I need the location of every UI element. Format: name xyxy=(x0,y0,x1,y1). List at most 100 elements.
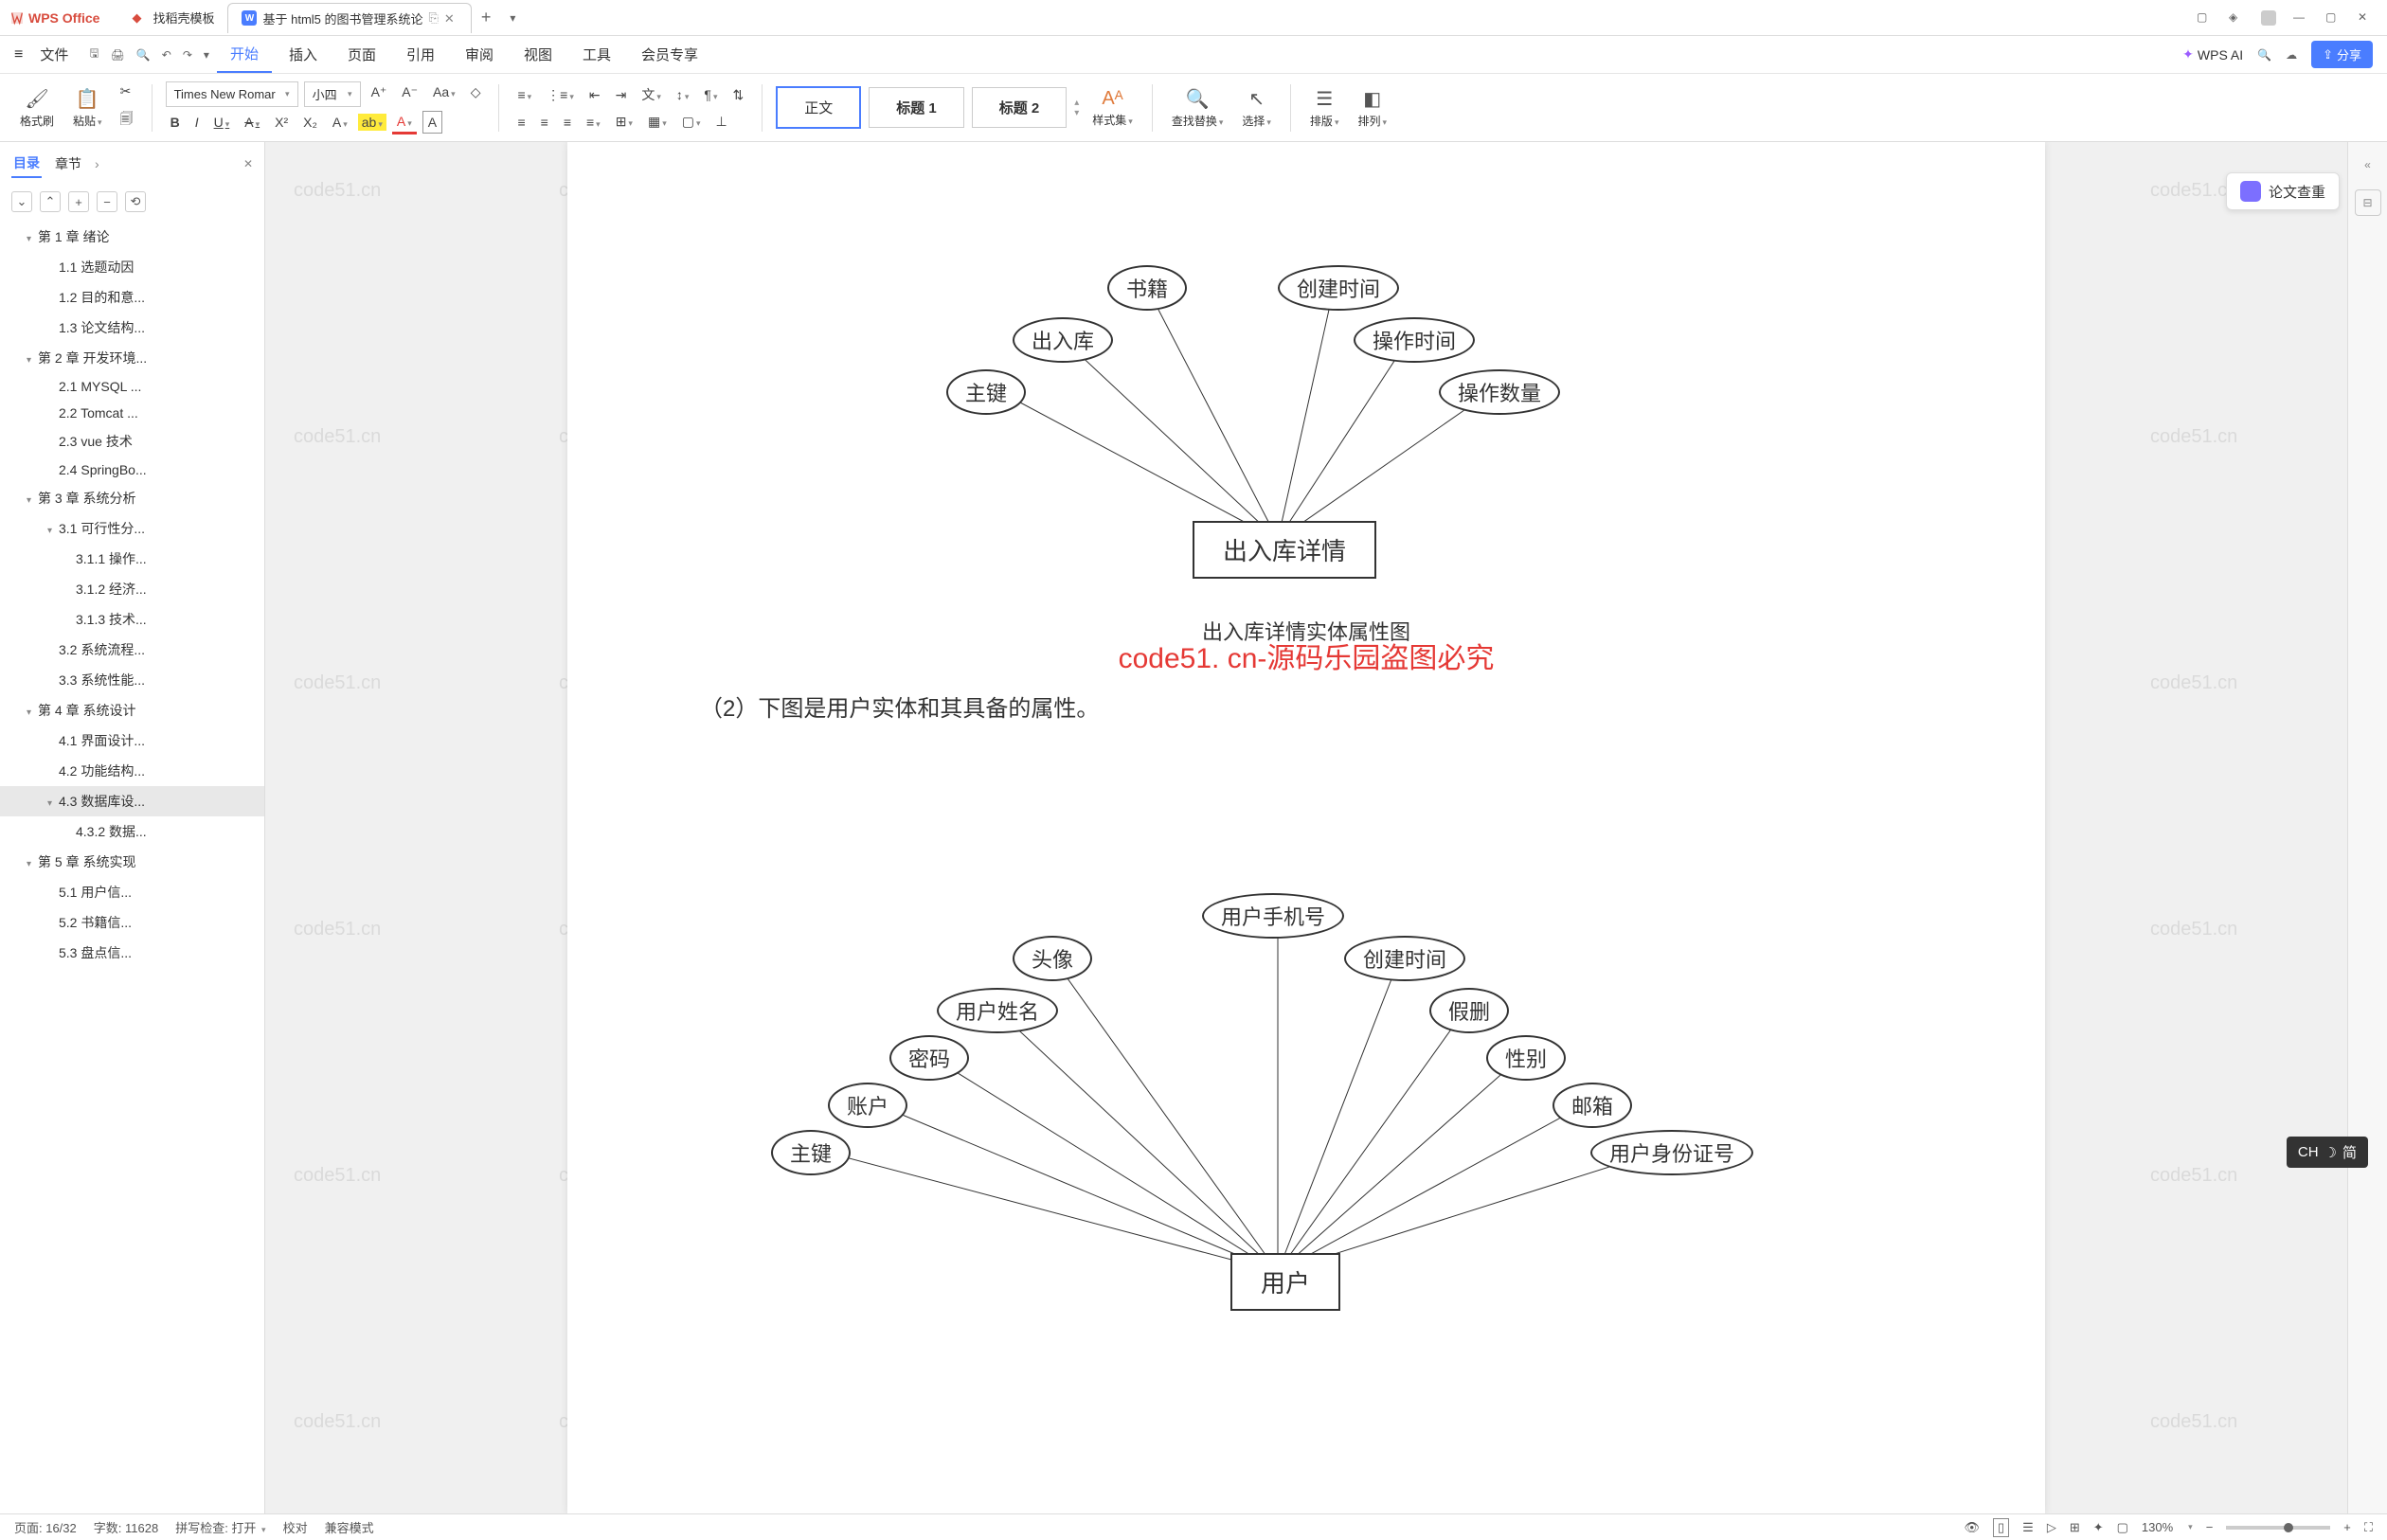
style-heading1[interactable]: 标题 1 xyxy=(869,87,964,128)
print-icon[interactable]: 🖨 xyxy=(107,45,129,65)
phonetic-button[interactable]: A xyxy=(422,111,442,134)
outline-item[interactable]: 5.3 盘点信... xyxy=(0,938,264,968)
outline-item[interactable]: 4.3.2 数据... xyxy=(0,816,264,847)
close-window-icon[interactable]: ✕ xyxy=(2358,10,2373,26)
outline-item[interactable]: ▾3.1 可行性分... xyxy=(0,513,264,544)
outline-next-icon[interactable]: › xyxy=(95,156,99,171)
collapse-all-button[interactable]: ⌄ xyxy=(11,191,32,212)
decrease-font-icon[interactable]: A⁻ xyxy=(397,81,422,107)
format-brush-button[interactable]: 🖌 格式刷 xyxy=(14,87,60,129)
outline-item[interactable]: 5.1 用户信... xyxy=(0,877,264,907)
outline-tab-directory[interactable]: 目录 xyxy=(11,150,42,178)
outline-item[interactable]: ▾第 5 章 系统实现 xyxy=(0,847,264,877)
spell-check-status[interactable]: 拼写检查: 打开 ▾ xyxy=(175,1518,265,1536)
zoom-slider[interactable] xyxy=(2226,1526,2330,1530)
arrange-button[interactable]: ◧ 排列▾ xyxy=(1352,87,1392,129)
bullets-button[interactable]: ≡▾ xyxy=(512,84,536,105)
typeset-button[interactable]: ☰ 排版▾ xyxy=(1304,87,1345,129)
outline-item[interactable]: ▾4.3 数据库设... xyxy=(0,786,264,816)
view-page-icon[interactable]: ▯ xyxy=(1993,1518,2009,1537)
outline-item[interactable]: 1.2 目的和意... xyxy=(0,282,264,313)
save-icon[interactable]: 🖫 xyxy=(85,41,102,68)
eye-icon[interactable]: 👁 xyxy=(1964,1520,1980,1535)
paper-check-button[interactable]: 论文查重 xyxy=(2226,172,2340,210)
align-left-button[interactable]: ≡ xyxy=(512,112,529,133)
rail-collapse-icon[interactable]: ⊟ xyxy=(2355,189,2381,216)
hamburger-icon[interactable]: ≡ xyxy=(14,46,23,63)
view-outline-icon[interactable]: ☰ xyxy=(2022,1520,2034,1535)
minimize-icon[interactable]: — xyxy=(2293,10,2308,26)
line-spacing-button[interactable]: ↕▾ xyxy=(672,84,694,105)
outline-item[interactable]: 4.1 界面设计... xyxy=(0,725,264,756)
menu-review[interactable]: 审阅 xyxy=(452,37,507,72)
zoom-thumb[interactable] xyxy=(2284,1523,2293,1532)
outline-item[interactable]: 1.3 论文结构... xyxy=(0,313,264,343)
word-count[interactable]: 字数: 11628 xyxy=(94,1518,158,1536)
align-center-button[interactable]: ≡ xyxy=(536,112,553,133)
preview-icon[interactable]: 🔍 xyxy=(133,45,154,65)
font-size-select[interactable]: 小四▾ xyxy=(304,81,361,107)
avatar-icon[interactable] xyxy=(2261,10,2276,26)
tab-sync-icon[interactable]: ⎘ xyxy=(429,10,439,26)
view-web-icon[interactable]: ▷ xyxy=(2047,1520,2056,1535)
menu-insert[interactable]: 插入 xyxy=(276,37,331,72)
fit-width-icon[interactable]: ▢ xyxy=(2117,1520,2128,1535)
menu-page[interactable]: 页面 xyxy=(334,37,389,72)
paragraph-mark-button[interactable]: ¶▾ xyxy=(699,84,722,105)
superscript-button[interactable]: X² xyxy=(270,112,293,133)
text-effects-button[interactable]: A▾ xyxy=(328,112,352,133)
redo-icon[interactable]: ↷ xyxy=(179,45,196,65)
menu-tools[interactable]: 工具 xyxy=(569,37,624,72)
focus-mode-icon[interactable]: ✦ xyxy=(2093,1520,2104,1535)
justify-button[interactable]: ≡▾ xyxy=(582,112,605,133)
text-direction-button[interactable]: 文▾ xyxy=(637,82,666,107)
outline-item[interactable]: 1.1 选题动因 xyxy=(0,252,264,282)
zoom-in-button[interactable]: + xyxy=(2343,1520,2351,1534)
subscript-button[interactable]: X₂ xyxy=(298,112,322,133)
menu-reference[interactable]: 引用 xyxy=(393,37,448,72)
zoom-out-button[interactable]: − xyxy=(2206,1520,2214,1534)
wps-ai-button[interactable]: ✦WPS AI xyxy=(2182,46,2243,63)
outline-item[interactable]: ▾第 1 章 绪论 xyxy=(0,222,264,252)
outline-item[interactable]: 3.2 系统流程... xyxy=(0,635,264,665)
link-button[interactable]: ⟲ xyxy=(125,191,146,212)
select-button[interactable]: ↖ 选择▾ xyxy=(1236,87,1277,129)
menu-member[interactable]: 会员专享 xyxy=(628,37,711,72)
rail-expand-icon[interactable]: « xyxy=(2355,152,2381,178)
outline-item[interactable]: 2.1 MYSQL ... xyxy=(0,373,264,400)
outline-item[interactable]: ▾第 2 章 开发环境... xyxy=(0,343,264,373)
bold-button[interactable]: B xyxy=(166,112,185,133)
menu-view[interactable]: 视图 xyxy=(511,37,565,72)
align-right-button[interactable]: ≡ xyxy=(559,112,576,133)
cloud-icon[interactable]: ☁ xyxy=(2286,48,2297,62)
outline-item[interactable]: 3.1.3 技术... xyxy=(0,604,264,635)
shading-button[interactable]: ▦▾ xyxy=(643,111,672,133)
outline-item[interactable]: 3.1.1 操作... xyxy=(0,544,264,574)
sort-lines-button[interactable]: ⇅ xyxy=(727,84,748,106)
doc-tab-current[interactable]: W 基于 html5 的图书管理系统论 ⎘ ✕ xyxy=(227,3,471,33)
dropdown-icon[interactable]: ▾ xyxy=(200,45,213,65)
clear-format-icon[interactable]: ◇ xyxy=(466,81,486,107)
italic-button[interactable]: I xyxy=(190,112,204,133)
new-tab-button[interactable]: + xyxy=(472,8,501,27)
doc-tab-template[interactable]: ◆ 找稻壳模板 xyxy=(118,3,227,32)
cut-icon[interactable]: ✂ xyxy=(116,81,138,102)
add-item-button[interactable]: + xyxy=(68,191,89,212)
tab-menu-button[interactable]: ▾ xyxy=(500,11,525,25)
document-area[interactable]: code51.cncode51.cncode51.cncode51.cncode… xyxy=(265,142,2347,1513)
read-mode-icon[interactable]: ⊞ xyxy=(2070,1520,2080,1535)
style-set-button[interactable]: Aᴬ 样式集▾ xyxy=(1086,88,1139,128)
outline-item[interactable]: 3.3 系统性能... xyxy=(0,665,264,695)
outline-item[interactable]: ▾第 3 章 系统分析 xyxy=(0,483,264,513)
maximize-icon[interactable]: ▢ xyxy=(2325,10,2341,26)
outline-item[interactable]: ▾第 4 章 系统设计 xyxy=(0,695,264,725)
tabs-button[interactable]: ⊥ xyxy=(710,111,731,133)
increase-indent-button[interactable]: ⇥ xyxy=(611,84,632,106)
paste-button[interactable]: 📋 粘贴▾ xyxy=(67,87,108,129)
change-case-icon[interactable]: Aa▾ xyxy=(428,81,460,107)
font-family-select[interactable]: Times New Romar▾ xyxy=(166,81,298,107)
zoom-value[interactable]: 130% xyxy=(2142,1520,2173,1534)
compat-mode[interactable]: 兼容模式 xyxy=(325,1518,374,1536)
page-indicator[interactable]: 页面: 16/32 xyxy=(14,1518,77,1536)
expand-all-button[interactable]: ⌃ xyxy=(40,191,61,212)
